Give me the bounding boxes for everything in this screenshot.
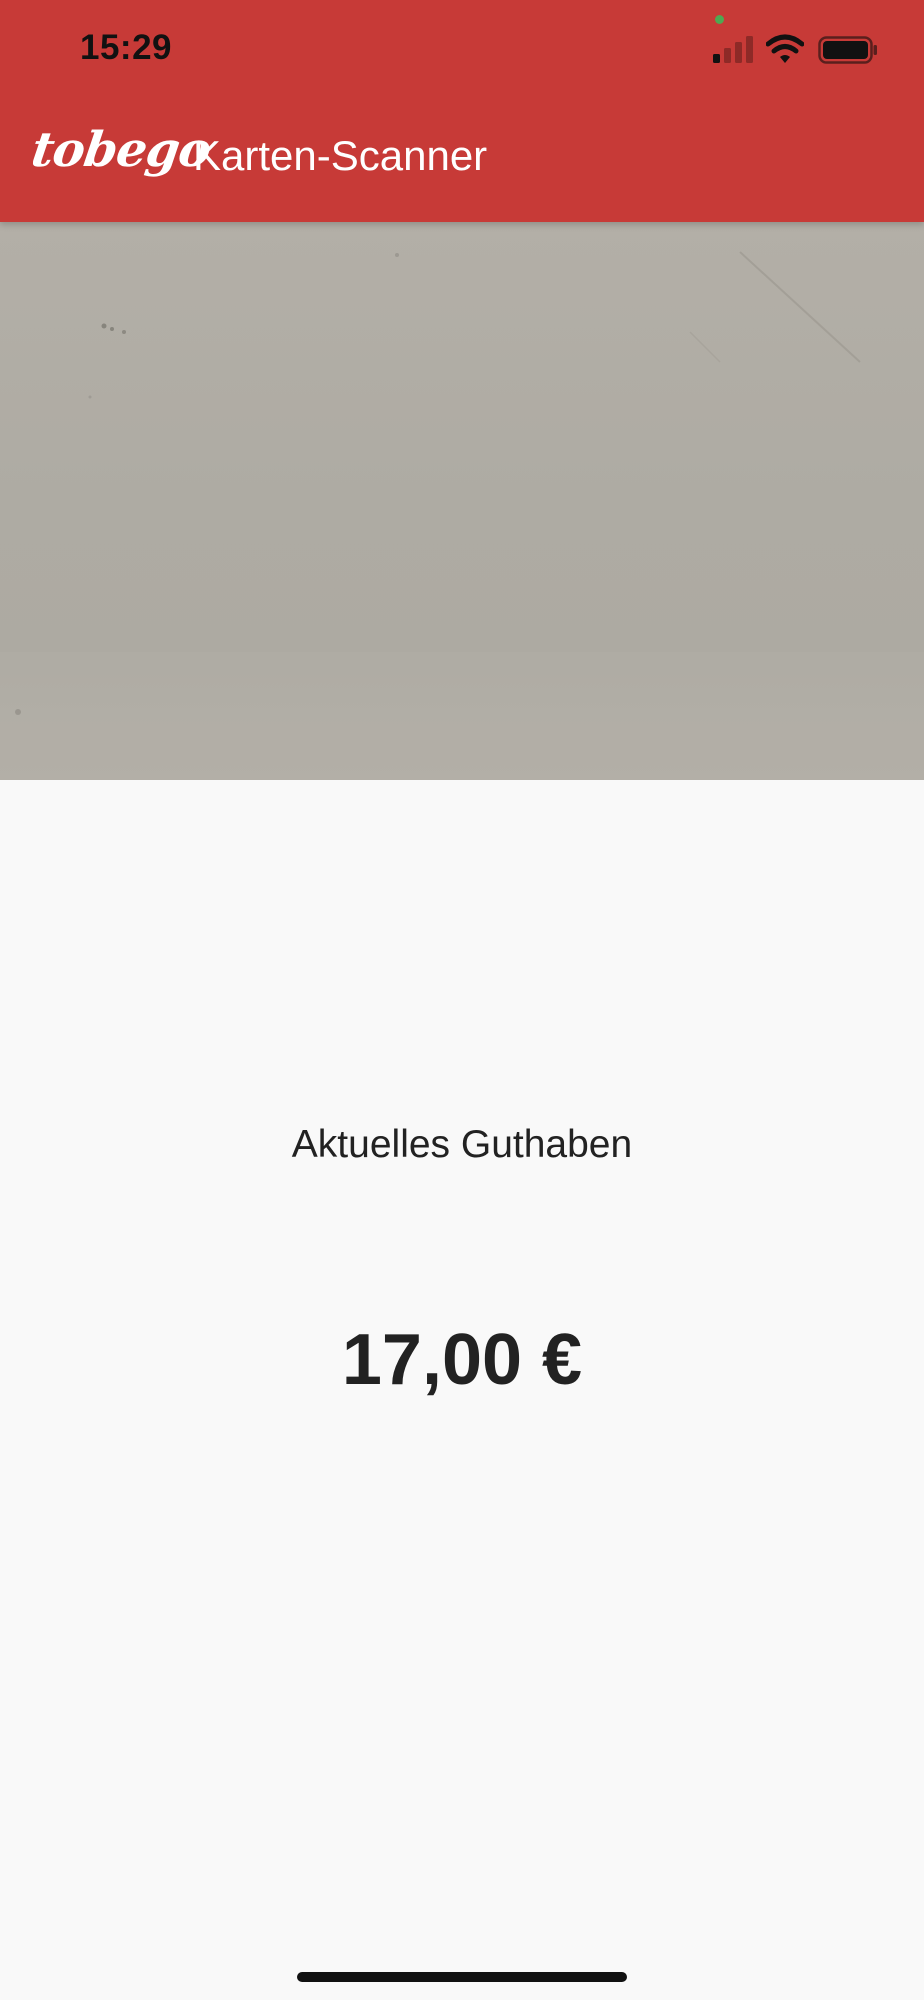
status-time: 15:29 bbox=[80, 28, 173, 67]
camera-texture bbox=[0, 251, 924, 780]
tobego-logo: tobego bbox=[28, 122, 214, 178]
privacy-indicator-dot bbox=[715, 15, 724, 24]
balance-value: 17,00 € bbox=[341, 1320, 583, 1400]
camera-preview[interactable] bbox=[0, 222, 924, 780]
battery-icon bbox=[818, 36, 877, 64]
home-indicator[interactable] bbox=[297, 1972, 627, 1982]
signal-icon bbox=[713, 36, 753, 63]
balance-label: Aktuelles Guthaben bbox=[291, 1123, 633, 1166]
app-header: 15:29 tobego Karten-Scanner bbox=[0, 0, 924, 222]
card-scanner-screen: 15:29 tobego Karten-Scanner Aktuelles Gu… bbox=[0, 0, 924, 2000]
app-title: Karten-Scanner bbox=[193, 132, 488, 179]
wifi-icon bbox=[766, 34, 804, 63]
